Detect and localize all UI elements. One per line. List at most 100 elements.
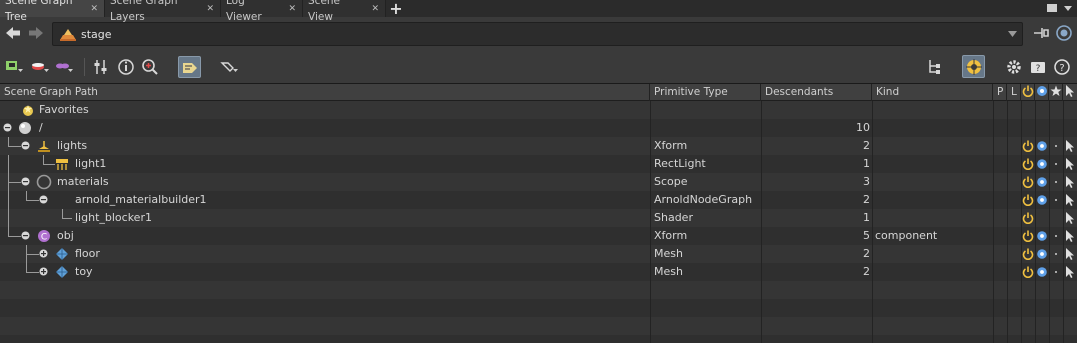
close-tab-icon[interactable]: ✕ (206, 1, 214, 17)
collapse-icon[interactable] (21, 141, 30, 150)
collapse-icon[interactable] (3, 123, 12, 132)
selectable-cursor-icon[interactable] (1064, 157, 1076, 171)
select-mode-button[interactable] (219, 57, 239, 77)
question-icon: ? (1054, 59, 1070, 75)
tab-log-viewer[interactable]: Log Viewer ✕ (221, 0, 303, 23)
close-tab-icon[interactable]: ✕ (371, 1, 379, 17)
column-favorite[interactable] (1049, 84, 1063, 101)
selectable-cursor-icon[interactable] (1064, 139, 1076, 153)
visibility-toggle-icon[interactable] (1036, 265, 1048, 279)
visibility-toggle-icon[interactable] (1036, 139, 1048, 153)
eye-dropper-icon (220, 62, 238, 72)
maximize-pane-icon[interactable] (1046, 2, 1058, 14)
active-toggle-icon[interactable] (1022, 139, 1034, 153)
tree-row-floor[interactable]: floor Mesh 2 (0, 245, 1077, 263)
lights-xform-icon (38, 141, 50, 152)
column-active[interactable] (1021, 84, 1035, 101)
add-tab-button[interactable]: + (386, 0, 406, 18)
tree-row-root[interactable]: / 10 (0, 119, 1077, 137)
tree-row-arnold-materialbuilder1[interactable]: arnold_materialbuilder1 ArnoldNodeGraph … (0, 191, 1077, 209)
stage-path-field[interactable]: stage (52, 22, 1023, 46)
tab-scene-view[interactable]: Scene View ✕ (303, 0, 386, 23)
favorite-dot-icon[interactable] (1050, 175, 1062, 189)
prim-name: materials (57, 175, 109, 188)
column-load[interactable]: L (1007, 84, 1021, 101)
favorite-dot-icon[interactable] (1050, 229, 1062, 243)
link-view-icon[interactable] (1055, 24, 1073, 42)
pane-menu-icon[interactable] (1062, 2, 1074, 14)
favorite-dot-icon[interactable] (1050, 157, 1062, 171)
filter-button[interactable] (91, 57, 111, 77)
info-button[interactable] (116, 57, 136, 77)
column-payload[interactable]: P (993, 84, 1007, 101)
visibility-toggle-icon[interactable] (1036, 229, 1048, 243)
active-toggle-icon[interactable] (1022, 157, 1034, 171)
selectable-cursor-icon[interactable] (1064, 175, 1076, 189)
back-arrow-icon[interactable] (5, 26, 21, 40)
column-descendants[interactable]: Descendants (761, 84, 872, 101)
active-toggle-icon[interactable] (1022, 211, 1034, 225)
favorite-dot-icon[interactable] (1050, 193, 1062, 207)
search-button[interactable] (140, 57, 160, 77)
collection-button[interactable] (54, 57, 74, 77)
selectable-cursor-icon[interactable] (1064, 247, 1076, 261)
favorite-dot-icon[interactable] (1050, 265, 1062, 279)
active-toggle-icon[interactable] (1022, 193, 1034, 207)
column-visibility[interactable] (1035, 84, 1049, 101)
visibility-toggle-icon[interactable] (1036, 247, 1048, 261)
close-tab-icon[interactable]: ✕ (90, 1, 98, 17)
visibility-toggle-icon[interactable] (1036, 193, 1048, 207)
active-toggle-icon[interactable] (1022, 229, 1034, 243)
follow-viewport-button[interactable] (962, 55, 985, 78)
tab-scene-graph-tree[interactable]: Scene Graph Tree ✕ (0, 0, 105, 23)
tree-row-light1[interactable]: light1 RectLight 1 (0, 155, 1077, 173)
tree-row-materials[interactable]: materials Scope 3 (0, 173, 1077, 191)
selectable-cursor-icon[interactable] (1064, 211, 1076, 225)
favorite-dot-icon[interactable] (1050, 139, 1062, 153)
sliders-icon (94, 60, 107, 74)
expand-icon[interactable] (39, 267, 48, 276)
column-scene-graph-path[interactable]: Scene Graph Path (0, 84, 650, 101)
visibility-toggle-icon[interactable] (1036, 175, 1048, 189)
tree-row-light-blocker1[interactable]: light_blocker1 Shader 1 (0, 209, 1077, 227)
forward-arrow-icon[interactable] (28, 26, 44, 40)
visibility-toggle-icon[interactable] (1036, 157, 1048, 171)
help-button[interactable]: ? (1052, 57, 1072, 77)
active-toggle-icon[interactable] (1022, 175, 1034, 189)
show-selection-button[interactable] (178, 56, 201, 78)
tree-row-obj[interactable]: C obj Xform 5 component (0, 227, 1077, 245)
column-kind[interactable]: Kind (872, 84, 993, 101)
column-divider (761, 101, 762, 343)
prim-name: toy (75, 265, 93, 278)
new-primitive-button[interactable] (30, 57, 50, 77)
tree-row-lights[interactable]: lights Xform 2 (0, 137, 1077, 155)
collapse-icon[interactable] (39, 195, 48, 204)
collapse-icon[interactable] (21, 177, 30, 186)
help-card-button[interactable]: ? (1028, 57, 1048, 77)
tree-row-favorites[interactable]: Favorites (0, 101, 1077, 119)
close-tab-icon[interactable]: ✕ (288, 1, 296, 17)
display-options-button[interactable] (4, 57, 24, 77)
active-toggle-icon[interactable] (1022, 247, 1034, 261)
tab-scene-graph-layers[interactable]: Scene Graph Layers ✕ (105, 0, 221, 23)
tree-line (26, 272, 39, 273)
hierarchy-button[interactable] (925, 57, 945, 77)
expand-icon[interactable] (39, 249, 48, 258)
collapse-icon[interactable] (21, 231, 30, 240)
tree-row-toy[interactable]: toy Mesh 2 (0, 263, 1077, 281)
pin-icon[interactable] (1033, 26, 1049, 40)
favorite-dot-icon[interactable] (1050, 247, 1062, 261)
selectable-cursor-icon[interactable] (1064, 193, 1076, 207)
tree-line (8, 146, 21, 147)
chevron-down-icon[interactable] (1008, 30, 1017, 38)
settings-button[interactable] (1004, 57, 1024, 77)
column-selectable[interactable] (1063, 84, 1077, 101)
selectable-cursor-icon[interactable] (1064, 265, 1076, 279)
column-primitive-type[interactable]: Primitive Type (650, 84, 761, 101)
active-toggle-icon[interactable] (1022, 265, 1034, 279)
scope-icon (36, 174, 52, 190)
empty-row (0, 281, 1077, 299)
search-icon (142, 59, 158, 75)
selectable-cursor-icon[interactable] (1064, 229, 1076, 243)
prim-name: obj (57, 229, 74, 242)
